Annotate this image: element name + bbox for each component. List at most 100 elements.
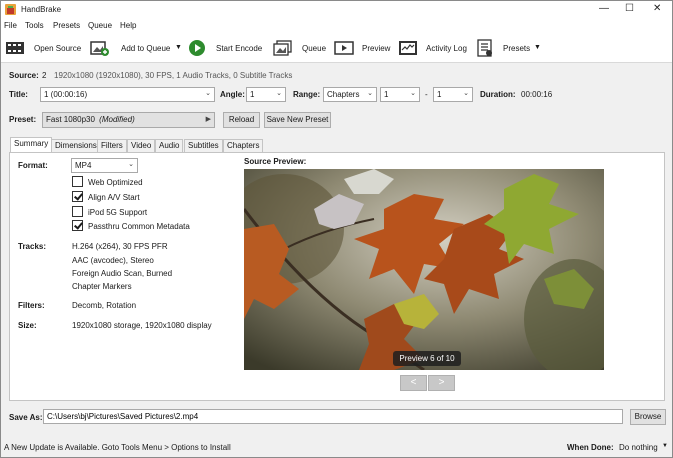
format-value: MP4 (75, 161, 92, 170)
title-value: 1 (00:00:16) (44, 90, 88, 99)
chevron-down-icon: ⌄ (276, 90, 282, 97)
preview-overlay: Preview 6 of 10 (393, 351, 461, 366)
browse-button[interactable]: Browse (630, 409, 666, 425)
toolbar: Open Source Add to Queue ▼ Start Encode … (1, 35, 672, 63)
track-item: Foreign Audio Scan, Burned (72, 269, 173, 278)
menu-help[interactable]: Help (120, 21, 136, 30)
when-done-dropdown-icon[interactable]: ▼ (662, 443, 668, 449)
queue-icon[interactable] (273, 39, 292, 57)
tab-video[interactable]: Video (127, 139, 156, 152)
when-done-select[interactable]: Do nothing (619, 443, 658, 452)
minimize-icon[interactable]: — (599, 3, 609, 14)
range-type-select[interactable]: Chapters ⌄ (323, 87, 377, 102)
tab-filters[interactable]: Filters (97, 139, 127, 152)
presets-button[interactable]: Presets (503, 44, 530, 53)
menu-queue[interactable]: Queue (88, 21, 112, 30)
start-encode-button[interactable]: Start Encode (216, 44, 262, 53)
title-select[interactable]: 1 (00:00:16) ⌄ (40, 87, 215, 102)
play-icon[interactable] (188, 39, 206, 57)
chevron-right-icon: ▶ (205, 116, 211, 123)
tab-dimensions[interactable]: Dimensions (51, 139, 101, 152)
filters-label: Filters: (18, 301, 45, 310)
tab-chapters[interactable]: Chapters (223, 139, 264, 152)
preview-button[interactable]: Preview (362, 44, 390, 53)
chevron-down-icon: ⌄ (410, 90, 416, 97)
tracks-label: Tracks: (18, 242, 47, 251)
handbrake-logo-icon (5, 4, 16, 15)
film-icon[interactable] (5, 39, 24, 57)
presets-dropdown-icon[interactable]: ▼ (534, 44, 541, 51)
add-to-queue-icon[interactable] (90, 39, 109, 57)
when-done-label: When Done: (567, 443, 614, 452)
title-label: Title: (9, 90, 28, 99)
preview-counter: Preview 6 of 10 (399, 354, 455, 363)
activity-log-icon[interactable] (398, 39, 417, 57)
preset-select[interactable]: Fast 1080p30 (Modified) ▶ (42, 112, 215, 128)
ipod-5g-support-label: iPod 5G Support (88, 208, 148, 217)
source-info: 1920x1080 (1920x1080), 30 FPS, 1 Audio T… (54, 71, 293, 80)
passthru-metadata-label: Passthru Common Metadata (88, 222, 190, 231)
save-new-preset-button[interactable]: Save New Preset (264, 112, 331, 128)
preset-value: Fast 1080p30 (46, 115, 95, 124)
window-title: HandBrake (21, 5, 62, 14)
format-select[interactable]: MP4 ⌄ (71, 158, 138, 173)
chevron-down-icon: ⌄ (205, 90, 211, 97)
add-to-queue-button[interactable]: Add to Queue (121, 44, 170, 53)
chevron-down-icon: ⌄ (367, 90, 373, 97)
maximize-icon[interactable]: ☐ (625, 3, 634, 14)
status-bar: A New Update is Available. Goto Tools Me… (1, 437, 672, 457)
range-label: Range: (293, 90, 321, 99)
chevron-down-icon: ⌄ (463, 90, 469, 97)
menu-presets[interactable]: Presets (53, 21, 80, 30)
passthru-metadata-checkbox[interactable] (72, 220, 83, 231)
duration-value: 00:00:16 (521, 90, 553, 99)
angle-select[interactable]: 1 ⌄ (246, 87, 286, 102)
angle-value: 1 (250, 90, 255, 99)
ipod-5g-support-checkbox[interactable] (72, 206, 83, 217)
angle-label: Angle: (220, 90, 245, 99)
tab-subtitles[interactable]: Subtitles (184, 139, 223, 152)
menu-tools[interactable]: Tools (25, 21, 44, 30)
duration-label: Duration: (480, 90, 516, 99)
menu-file[interactable]: File (4, 21, 17, 30)
web-optimized-label: Web Optimized (88, 178, 143, 187)
tab-summary[interactable]: Summary (10, 137, 53, 153)
preview-next-button[interactable]: > (428, 375, 455, 391)
range-start-select[interactable]: 1 ⌄ (380, 87, 420, 102)
presets-icon[interactable] (476, 39, 494, 57)
chevron-down-icon: ⌄ (128, 161, 134, 168)
tab-audio[interactable]: Audio (155, 139, 184, 152)
align-av-start-checkbox[interactable] (72, 191, 83, 202)
format-label: Format: (18, 161, 48, 170)
preview-icon[interactable] (334, 39, 354, 57)
add-to-queue-dropdown-icon[interactable]: ▼ (175, 44, 182, 51)
web-optimized-checkbox[interactable] (72, 176, 83, 187)
activity-log-button[interactable]: Activity Log (426, 44, 467, 53)
preview-image: Preview 6 of 10 (244, 169, 604, 370)
preview-prev-button[interactable]: < (400, 375, 427, 391)
size-label: Size: (18, 321, 37, 330)
track-item: H.264 (x264), 30 FPS PFR (72, 242, 168, 251)
preset-modified: (Modified) (99, 115, 135, 124)
autumn-leaves-image (244, 169, 604, 370)
range-separator: - (425, 90, 428, 99)
size-value: 1920x1080 storage, 1920x1080 display (72, 321, 212, 330)
range-type-value: Chapters (327, 90, 360, 99)
track-item: AAC (avcodec), Stereo (72, 256, 154, 265)
queue-button[interactable]: Queue (302, 44, 326, 53)
close-icon[interactable]: ✕ (653, 3, 661, 14)
open-source-button[interactable]: Open Source (34, 44, 81, 53)
filters-value: Decomb, Rotation (72, 301, 137, 310)
update-message[interactable]: A New Update is Available. Goto Tools Me… (4, 443, 231, 452)
track-item: Chapter Markers (72, 282, 132, 291)
range-end-value: 1 (437, 90, 442, 99)
source-preview-label: Source Preview: (244, 157, 307, 166)
save-as-label: Save As: (9, 413, 43, 422)
range-end-select[interactable]: 1 ⌄ (433, 87, 473, 102)
title-bar: HandBrake — ☐ ✕ (1, 1, 672, 18)
menu-bar: File Tools Presets Queue Help (1, 18, 672, 35)
source-label: Source: (9, 71, 39, 80)
reload-button[interactable]: Reload (223, 112, 260, 128)
save-as-path-input[interactable] (43, 409, 623, 424)
range-start-value: 1 (384, 90, 389, 99)
